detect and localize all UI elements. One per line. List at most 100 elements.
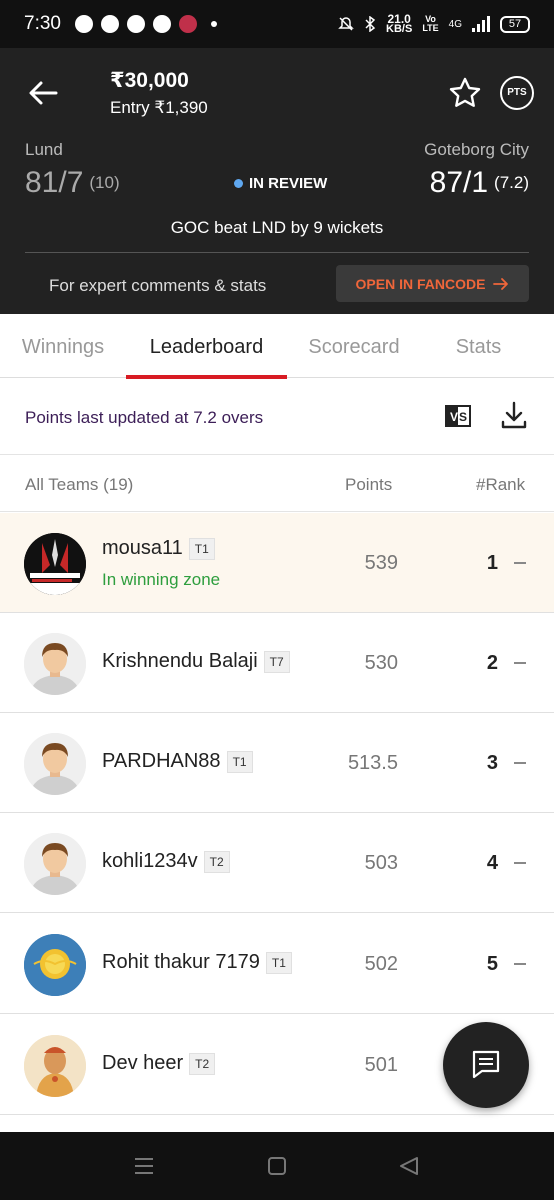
leaderboard-row[interactable]: mousa11 T1 In winning zone 539 1 [0,513,554,613]
back-button[interactable] [26,78,60,108]
telegram-icon [100,15,119,33]
rank-change-icon [514,862,526,864]
volte-indicator: Vo LTE [422,14,439,33]
favorite-button[interactable] [448,76,482,110]
match-status: IN REVIEW [234,175,327,192]
vs-compare-icon: V S [445,405,471,427]
bluetooth-icon [365,16,376,32]
leaderboard-row[interactable]: Rohit thakur 7179 T1 502 5 [0,914,554,1014]
user-name-text: PARDHAN88 [102,750,221,772]
download-icon [501,401,527,429]
conquerors-logo-icon [24,533,86,595]
more-notifications-dot [210,21,217,27]
user-name: kohli1234v T2 [102,850,230,873]
prize-amount: ₹30,000 [110,69,189,92]
team1-overs: (10) [89,173,120,192]
deity-avatar-icon [24,1035,86,1097]
team2-runs: 87/1 [429,166,489,199]
svg-text:S: S [459,410,467,424]
points-updated-text: Points last updated at 7.2 overs [25,408,264,427]
user-name: Krishnendu Balaji T7 [102,650,290,673]
points-value: 503 [364,852,398,874]
team1-score: 81/7 (10) [25,166,120,200]
points-value: 530 [364,652,398,674]
user-name: mousa11 T1 [102,537,215,560]
status-dot-icon [234,179,243,188]
compare-teams-button[interactable]: V S [444,402,472,430]
points-value: 501 [364,1054,398,1076]
tab-winnings[interactable]: Winnings [0,314,126,378]
points-update-row: Points last updated at 7.2 overs V S [0,380,554,455]
user-name: Rohit thakur 7179 T1 [102,951,292,974]
star-icon [449,77,481,107]
column-teams: All Teams (19) [25,475,134,494]
tab-leaderboard[interactable]: Leaderboard [126,314,287,379]
winning-zone-label: In winning zone [102,570,221,589]
svg-text:V: V [450,410,458,424]
team-tag: T7 [263,650,290,673]
status-bar: 7:30 21.0 KB/S Vo LTE 4G 57 [0,0,554,48]
user-name-text: Dev heer [102,1052,184,1074]
avatar [24,633,86,695]
system-icons: 21.0 KB/S Vo LTE 4G 57 [338,13,530,35]
team-tag: T2 [203,850,230,873]
points-system-button[interactable]: PTS [500,76,534,110]
system-back-button[interactable] [398,1156,420,1176]
team-tag: T1 [188,537,215,560]
notification-icons [74,15,217,33]
avatar [24,533,86,595]
tab-scorecard[interactable]: Scorecard [287,314,421,378]
team-tag: T1 [265,951,292,974]
system-nav-bar [0,1132,554,1200]
rank-value: 3 [486,752,498,774]
whatsapp-icon [74,15,93,33]
chat-icon [472,1050,500,1079]
arrow-right-icon [493,277,509,290]
avatar [24,833,86,895]
rank-change-icon [514,963,526,965]
user-name-text: Krishnendu Balaji [102,650,258,672]
match-result: GOC beat LND by 9 wickets [170,218,384,237]
arrow-left-icon [29,81,58,105]
triangle-back-icon [400,1157,418,1175]
user-name: PARDHAN88 T1 [102,750,253,773]
menu-icon [135,1158,153,1174]
team1-runs: 81/7 [25,166,84,199]
user-name-text: mousa11 [102,537,183,559]
team-tag: T1 [226,750,253,773]
rank-value: 4 [486,852,498,874]
home-button[interactable] [268,1157,286,1175]
user-name-text: kohli1234v [102,850,198,872]
default-avatar-icon [24,833,86,895]
team2-overs: (7.2) [494,173,529,192]
open-in-fancode-button[interactable]: OPEN IN FANCODE [336,265,529,302]
network-type: 4G [448,18,462,30]
rank-change-icon [514,762,526,764]
tab-stats[interactable]: Stats [421,314,536,378]
sun-avatar-icon [24,934,86,996]
avatar [24,934,86,996]
recents-button[interactable] [133,1156,155,1176]
download-button[interactable] [500,400,528,430]
chat-button[interactable] [443,1022,529,1108]
leaderboard-row[interactable]: Krishnendu Balaji T7 530 2 [0,613,554,713]
status-text: IN REVIEW [249,175,328,192]
leaderboard-row[interactable]: PARDHAN88 T1 513.5 3 [0,713,554,813]
battery-icon: 57 [500,15,530,33]
rank-change-icon [514,562,526,564]
points-value: 502 [364,953,398,975]
user-name: Dev heer T2 [102,1052,216,1075]
expert-comments-text: For expert comments & stats [49,276,267,295]
phone-icon [126,15,145,33]
leaderboard-row[interactable]: kohli1234v T2 503 4 [0,813,554,913]
points-value: 539 [364,552,398,574]
user-name-text: Rohit thakur 7179 [102,951,260,973]
team-tag: T2 [189,1052,216,1075]
column-points: Points [345,475,393,494]
points-value: 513.5 [347,752,398,774]
divider [25,252,529,253]
rank-value: 2 [486,652,498,674]
leaderboard-header: All Teams (19) Points #Rank [0,456,554,512]
team2-score: 87/1 (7.2) [430,166,529,200]
status-time: 7:30 [24,13,61,34]
